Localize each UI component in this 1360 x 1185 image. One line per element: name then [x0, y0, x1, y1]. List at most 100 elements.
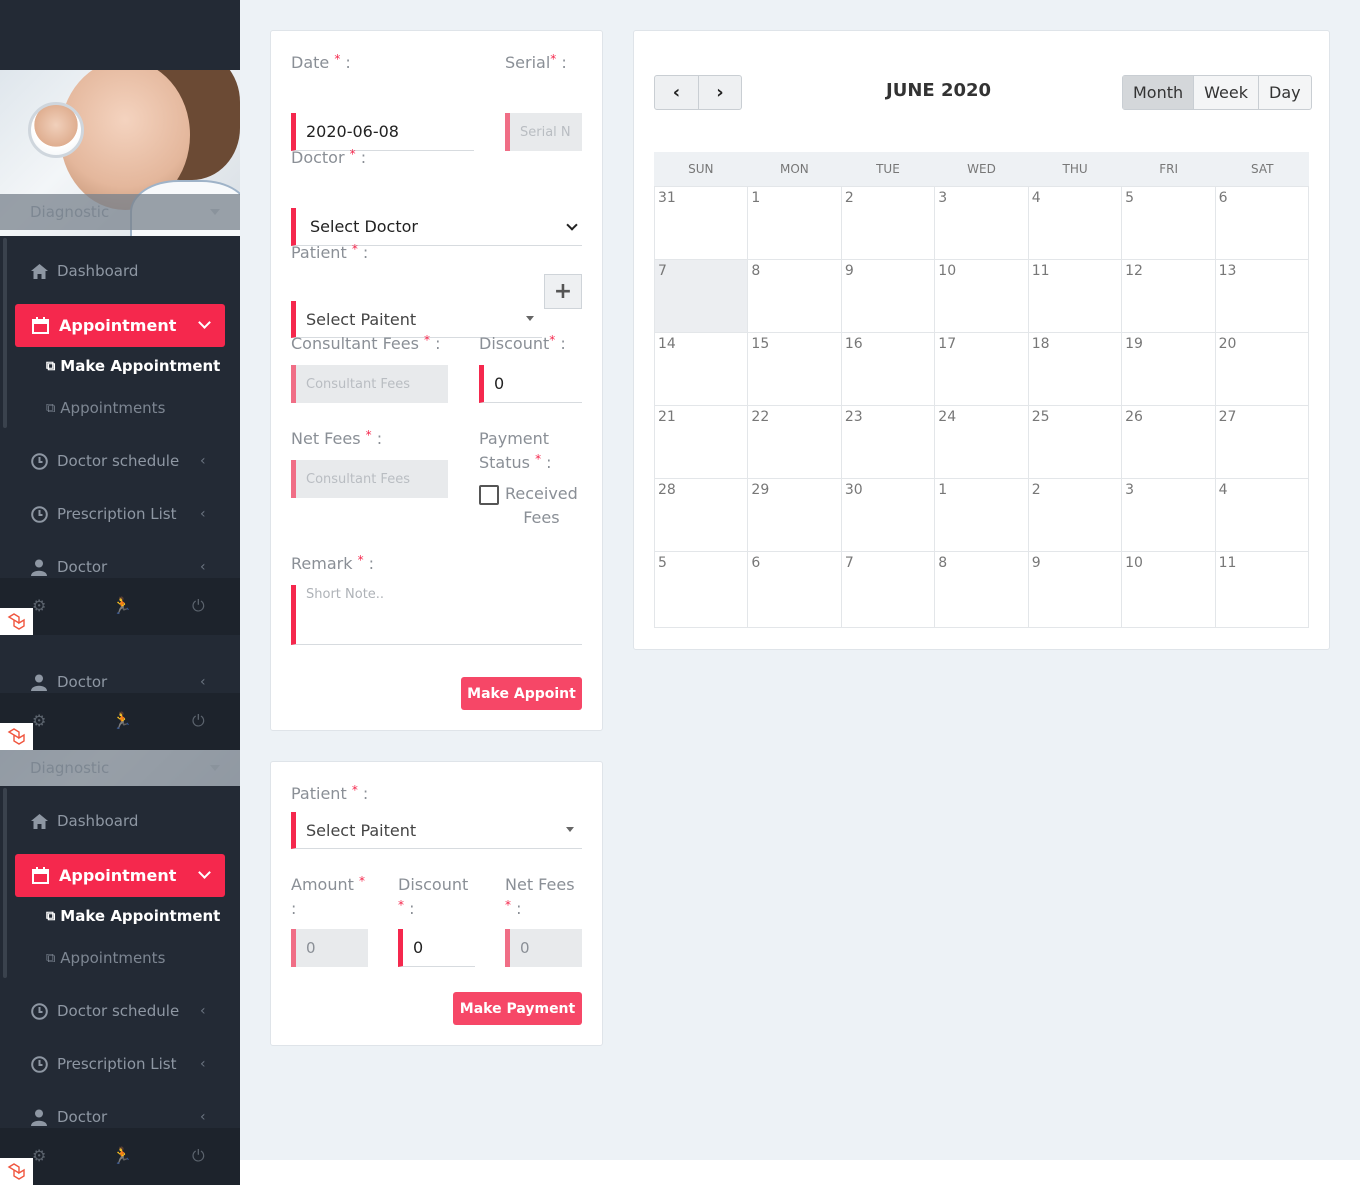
calendar-day-cell[interactable]: 6	[748, 552, 842, 628]
calendar-day-cell[interactable]: 10	[935, 260, 1029, 333]
running-icon[interactable]: 🏃	[112, 596, 132, 615]
settings-icon[interactable]: ⚙	[32, 711, 46, 730]
remark-textarea[interactable]: Short Note..	[291, 585, 582, 645]
calendar-day-cell[interactable]: 22	[748, 406, 842, 479]
sidebar: Diagnostic Dashboard Appointment ⧉ Make …	[0, 0, 240, 1185]
power-icon[interactable]: ⏻	[192, 1146, 205, 1166]
discount-label: Discount* :	[479, 333, 566, 353]
nav-appointment[interactable]: Appointment	[15, 304, 225, 347]
calendar-day-cell[interactable]: 18	[1028, 333, 1123, 406]
sidebar-top-bar	[0, 0, 240, 70]
view-month-button[interactable]: Month	[1123, 76, 1194, 109]
nav-dashboard[interactable]: Dashboard	[30, 260, 138, 282]
calendar-day-cell[interactable]: 1	[748, 187, 842, 260]
nav-prescription-list-label: Prescription List	[57, 505, 177, 523]
payment-net-fees-field[interactable]: 0	[505, 929, 582, 967]
calendar-day-cell[interactable]: 29	[748, 479, 842, 552]
amount-field[interactable]: 0	[291, 929, 368, 967]
nav-make-appointment[interactable]: ⧉ Make Appointment	[46, 357, 220, 375]
calendar-day-cell[interactable]: 23	[841, 406, 936, 479]
scroll-track[interactable]	[3, 238, 7, 428]
chevron-left-icon: ‹	[200, 1003, 206, 1019]
calendar-day-cell[interactable]: 6	[1215, 187, 1309, 260]
calendar-day-cell[interactable]: 4	[1215, 479, 1309, 552]
laravel-icon	[0, 608, 33, 635]
calendar-day-cell[interactable]: 16	[841, 333, 936, 406]
make-appoint-button[interactable]: Make Appoint	[461, 677, 582, 710]
nav-doctor[interactable]: Doctor ‹	[30, 1106, 220, 1128]
make-payment-button[interactable]: Make Payment	[453, 992, 582, 1025]
nav-doctor-schedule[interactable]: Doctor schedule ‹	[30, 450, 220, 472]
add-patient-button[interactable]: +	[544, 274, 582, 309]
date-label: Date * :	[291, 52, 351, 72]
running-icon[interactable]: 🏃	[112, 711, 132, 730]
nav-dashboard[interactable]: Dashboard	[30, 810, 138, 832]
calendar-icon	[32, 867, 49, 884]
calendar-day-cell[interactable]: 19	[1122, 333, 1216, 406]
calendar-day-cell[interactable]: 5	[655, 552, 749, 628]
calendar-day-cell[interactable]: 8	[935, 552, 1029, 628]
nav-prescription-list[interactable]: Prescription List ‹	[30, 1053, 220, 1075]
calendar-day-cell[interactable]: 14	[655, 333, 749, 406]
power-icon[interactable]: ⏻	[192, 596, 205, 616]
nav-appointments[interactable]: ⧉ Appointments	[46, 949, 165, 967]
calendar-day-cell[interactable]: 11	[1215, 552, 1309, 628]
scroll-track[interactable]	[3, 788, 7, 978]
calendar-day-cell[interactable]: 4	[1028, 187, 1123, 260]
received-fees-checkbox[interactable]	[479, 485, 499, 505]
view-day-button[interactable]: Day	[1258, 76, 1311, 109]
calendar-day-cell[interactable]: 28	[655, 479, 749, 552]
prev-month-button[interactable]: ‹	[655, 76, 698, 109]
calendar-day-cell[interactable]: 11	[1028, 260, 1123, 333]
nav-doctor[interactable]: Doctor ‹	[30, 671, 220, 693]
calendar-day-cell[interactable]: 7	[841, 552, 936, 628]
calendar-day-cell[interactable]: 21	[655, 406, 749, 479]
calendar-day-cell[interactable]: 8	[748, 260, 842, 333]
calendar-day-cell[interactable]: 7	[655, 260, 749, 333]
calendar-day-cell[interactable]: 31	[655, 187, 749, 260]
calendar-day-cell[interactable]: 3	[1122, 479, 1216, 552]
calendar-day-cell[interactable]: 27	[1215, 406, 1309, 479]
calendar-day-cell[interactable]: 3	[935, 187, 1029, 260]
avatar[interactable]	[28, 102, 84, 158]
calendar-day-cell[interactable]: 10	[1122, 552, 1216, 628]
nav-doctor-schedule[interactable]: Doctor schedule ‹	[30, 1000, 220, 1022]
nav-make-appointment[interactable]: ⧉ Make Appointment	[46, 907, 220, 925]
view-week-button[interactable]: Week	[1193, 76, 1258, 109]
calendar-day-cell[interactable]: 1	[935, 479, 1029, 552]
calendar-day-cell[interactable]: 5	[1122, 187, 1216, 260]
calendar-day-cell[interactable]: 9	[841, 260, 936, 333]
nav-appointment[interactable]: Appointment	[15, 854, 225, 897]
calendar-day-cell[interactable]: 26	[1122, 406, 1216, 479]
clock-icon	[30, 1002, 48, 1020]
consultant-fees-field[interactable]: Consultant Fees	[291, 365, 448, 403]
calendar-day-cell[interactable]: 25	[1028, 406, 1123, 479]
power-icon[interactable]: ⏻	[192, 711, 205, 731]
settings-icon[interactable]: ⚙	[32, 596, 46, 615]
calendar-day-cell[interactable]: 12	[1122, 260, 1216, 333]
discount-field[interactable]: 0	[479, 365, 582, 403]
serial-field[interactable]: Serial N	[505, 113, 582, 151]
brand-dropdown[interactable]: Diagnostic	[0, 750, 240, 786]
calendar-day-cell[interactable]: 13	[1215, 260, 1309, 333]
net-fees-field[interactable]: Consultant Fees	[291, 460, 448, 498]
nav-prescription-list[interactable]: Prescription List ‹	[30, 503, 220, 525]
nav-doctor[interactable]: Doctor ‹	[30, 556, 220, 578]
calendar-day-cell[interactable]: 2	[841, 187, 936, 260]
calendar-day-cell[interactable]: 9	[1028, 552, 1123, 628]
calendar-day-cell[interactable]: 2	[1028, 479, 1123, 552]
nav-appointments[interactable]: ⧉ Appointments	[46, 399, 165, 417]
next-month-button[interactable]: ›	[698, 76, 741, 109]
settings-icon[interactable]: ⚙	[32, 1146, 46, 1165]
sidebar-footer: ⚙ 🏃 ⏻	[0, 693, 240, 750]
calendar-day-cell[interactable]: 24	[935, 406, 1029, 479]
calendar-day-cell[interactable]: 17	[935, 333, 1029, 406]
payment-patient-select[interactable]: Select Paitent	[291, 812, 582, 849]
calendar-day-cell[interactable]: 20	[1215, 333, 1309, 406]
calendar-day-cell[interactable]: 30	[841, 479, 936, 552]
brand-dropdown[interactable]: Diagnostic	[0, 194, 240, 230]
payment-discount-field[interactable]: 0	[398, 929, 475, 967]
calendar-day-cell[interactable]: 15	[748, 333, 842, 406]
nav-make-appointment-label: Make Appointment	[60, 357, 221, 375]
running-icon[interactable]: 🏃	[112, 1146, 132, 1165]
